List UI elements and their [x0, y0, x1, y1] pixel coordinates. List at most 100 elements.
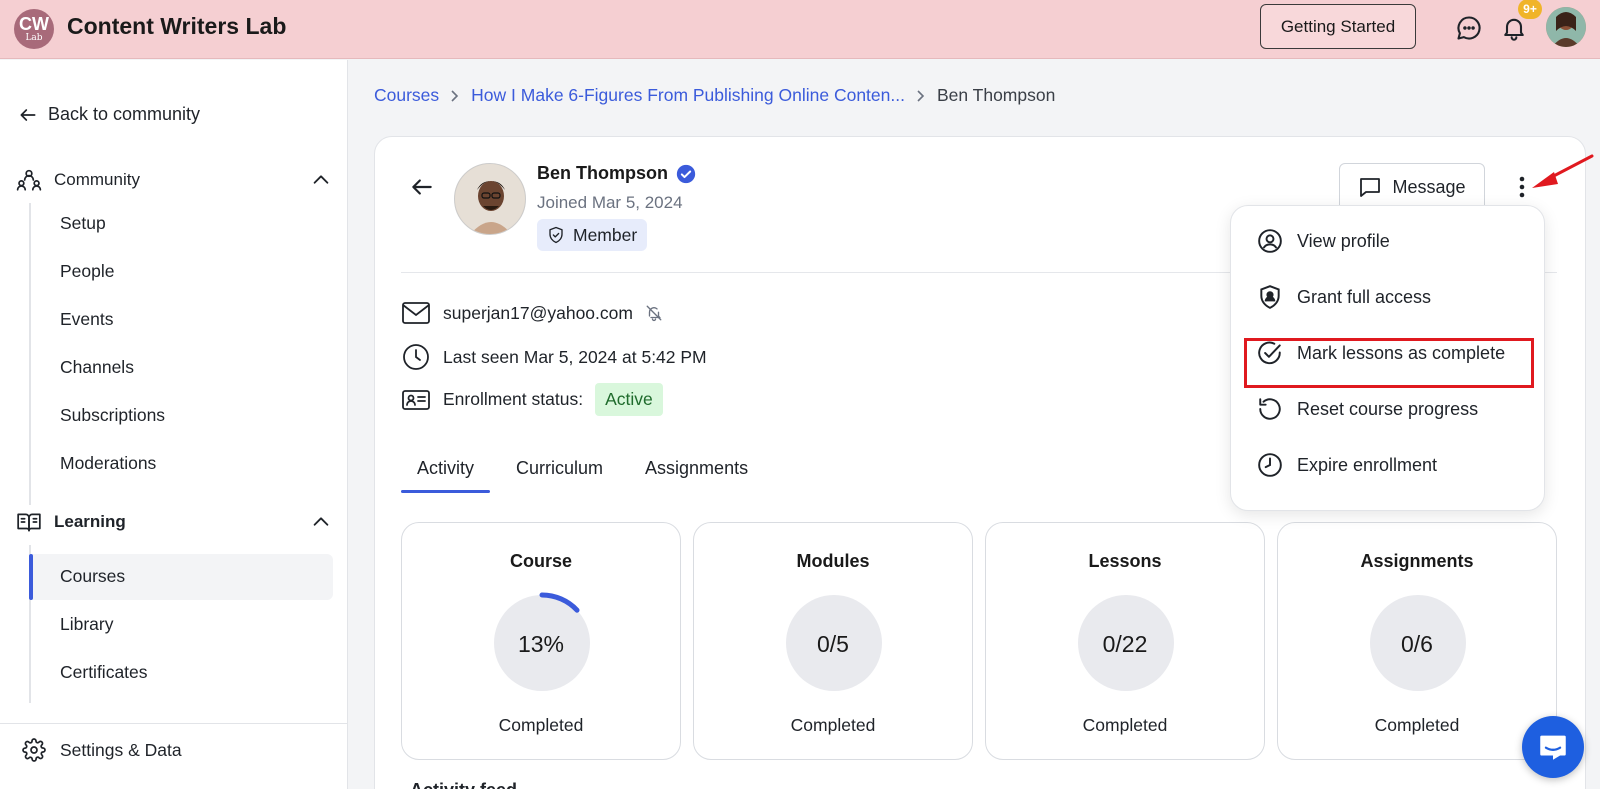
community-section-toggle[interactable]: Community: [16, 167, 332, 193]
sidebar: Back to community Community Setup People…: [0, 60, 348, 789]
enrollment-row: Enrollment status: Active: [401, 383, 663, 416]
community-icon: [16, 169, 42, 191]
app-logo[interactable]: CW Lab: [14, 9, 54, 49]
community-nav-rail: [29, 203, 31, 505]
learning-section-label: Learning: [54, 512, 126, 531]
stat-title: Modules: [796, 551, 870, 571]
clock-icon: [1258, 453, 1282, 477]
member-avatar: [454, 163, 526, 235]
shield-check-icon: [549, 226, 563, 244]
active-nav-indicator: [29, 554, 33, 600]
last-seen-text: Last seen Mar 5, 2024 at 5:42 PM: [443, 346, 707, 367]
tab-activity[interactable]: Activity: [401, 458, 491, 493]
sidebar-item-events[interactable]: Events: [60, 309, 114, 330]
logo-text: CW: [19, 14, 49, 34]
app-title: Content Writers Lab: [67, 13, 287, 39]
last-seen-row: Last seen Mar 5, 2024 at 5:42 PM: [401, 342, 707, 372]
clock-icon: [403, 344, 429, 370]
annotation-arrow-icon: [1532, 154, 1594, 188]
gear-icon: [22, 738, 46, 762]
chevron-right-icon: [451, 89, 459, 102]
sidebar-item-setup[interactable]: Setup: [60, 213, 106, 234]
joined-date: Joined Mar 5, 2024: [537, 193, 683, 212]
role-badge: Member: [537, 219, 648, 251]
stat-card-course: Course 13% Completed: [401, 522, 681, 760]
breadcrumb: Courses How I Make 6-Figures From Publis…: [374, 85, 1055, 106]
stat-value: 0/5: [817, 631, 849, 657]
menu-item-expire-enrollment[interactable]: Expire enrollment: [1257, 452, 1437, 478]
reset-icon: [1259, 398, 1281, 420]
stat-title: Lessons: [1088, 551, 1162, 571]
stat-label: Completed: [1082, 715, 1168, 735]
menu-item-label: Reset course progress: [1297, 398, 1479, 419]
back-arrow-icon[interactable]: [409, 174, 435, 200]
stat-label: Completed: [498, 715, 584, 735]
email-row: superjan17@yahoo.com: [401, 300, 663, 326]
sidebar-divider: [0, 723, 348, 724]
chat-bubble-icon: [1540, 735, 1566, 760]
stat-card-assignments: Assignments 0/6 Completed: [1277, 522, 1557, 760]
member-name-text: Ben Thompson: [537, 163, 668, 183]
breadcrumb-current: Ben Thompson: [936, 85, 1056, 105]
stat-label: Completed: [1374, 715, 1460, 735]
menu-item-grant-full-access[interactable]: Grant full access: [1257, 284, 1431, 310]
stat-label: Completed: [790, 715, 876, 735]
top-bar: CW Lab Content Writers Lab Getting Start…: [0, 0, 1600, 59]
learning-section-toggle[interactable]: Learning: [16, 509, 332, 535]
id-card-icon: [402, 389, 430, 410]
bell-off-icon: [646, 305, 662, 322]
sidebar-item-certificates[interactable]: Certificates: [60, 662, 148, 683]
shield-user-icon: [1260, 285, 1280, 309]
book-icon: [17, 513, 41, 532]
user-avatar[interactable]: [1546, 7, 1586, 47]
message-icon: [1360, 178, 1381, 197]
user-circle-icon: [1258, 229, 1282, 253]
member-name: Ben Thompson: [537, 163, 696, 184]
sidebar-item-moderations[interactable]: Moderations: [60, 453, 156, 474]
role-badge-label: Member: [573, 224, 638, 245]
highlight-annotation-box: [1244, 338, 1534, 388]
activity-feed-title: Activity feed: [410, 780, 517, 789]
sidebar-item-courses[interactable]: Courses: [60, 566, 125, 587]
stat-card-lessons: Lessons 0/22 Completed: [985, 522, 1265, 760]
support-chat-button[interactable]: [1522, 716, 1584, 778]
getting-started-button[interactable]: Getting Started: [1260, 4, 1416, 49]
stat-value: 0/6: [1401, 631, 1433, 657]
stat-title: Course: [509, 551, 572, 571]
enrollment-status-badge: Active: [595, 383, 663, 416]
logo-subtext: Lab: [25, 33, 43, 43]
tab-curriculum[interactable]: Curriculum: [500, 458, 619, 491]
enrollment-status-label: Enrollment status:: [443, 389, 584, 409]
back-to-community-link[interactable]: Back to community: [18, 104, 200, 125]
menu-item-label: Expire enrollment: [1297, 454, 1438, 475]
chevron-up-icon: [313, 517, 329, 526]
message-button-label: Message: [1392, 176, 1466, 197]
breadcrumb-course-title[interactable]: How I Make 6-Figures From Publishing Onl…: [471, 85, 905, 106]
arrow-left-icon: [20, 108, 36, 121]
stat-value: 0/22: [1102, 631, 1148, 657]
sidebar-item-subscriptions[interactable]: Subscriptions: [60, 405, 165, 426]
breadcrumb-courses[interactable]: Courses: [374, 85, 439, 106]
sidebar-item-library[interactable]: Library: [60, 614, 114, 635]
member-tabs: Activity Curriculum Assignments: [401, 458, 774, 493]
sidebar-item-channels[interactable]: Channels: [60, 357, 134, 378]
community-section-label: Community: [54, 170, 140, 189]
verified-badge-icon: [676, 164, 696, 183]
menu-item-view-profile[interactable]: View profile: [1257, 228, 1390, 254]
menu-item-reset-course-progress[interactable]: Reset course progress: [1257, 396, 1478, 422]
tab-assignments[interactable]: Assignments: [629, 458, 764, 491]
settings-data-link[interactable]: Settings & Data: [22, 738, 182, 762]
sidebar-item-people[interactable]: People: [60, 261, 115, 282]
member-email: superjan17@yahoo.com: [443, 302, 633, 323]
menu-item-label: View profile: [1297, 230, 1390, 251]
chevron-right-icon: [917, 89, 925, 102]
chevron-up-icon: [313, 175, 329, 184]
notification-badge: 9+: [1518, 0, 1542, 19]
stat-card-modules: Modules 0/5 Completed: [693, 522, 973, 760]
stat-value: 13%: [517, 631, 565, 657]
mail-icon: [402, 302, 430, 324]
chat-icon[interactable]: [1455, 14, 1483, 42]
message-button[interactable]: Message: [1339, 163, 1485, 211]
back-link-label: Back to community: [48, 104, 201, 124]
menu-item-label: Grant full access: [1297, 286, 1432, 307]
